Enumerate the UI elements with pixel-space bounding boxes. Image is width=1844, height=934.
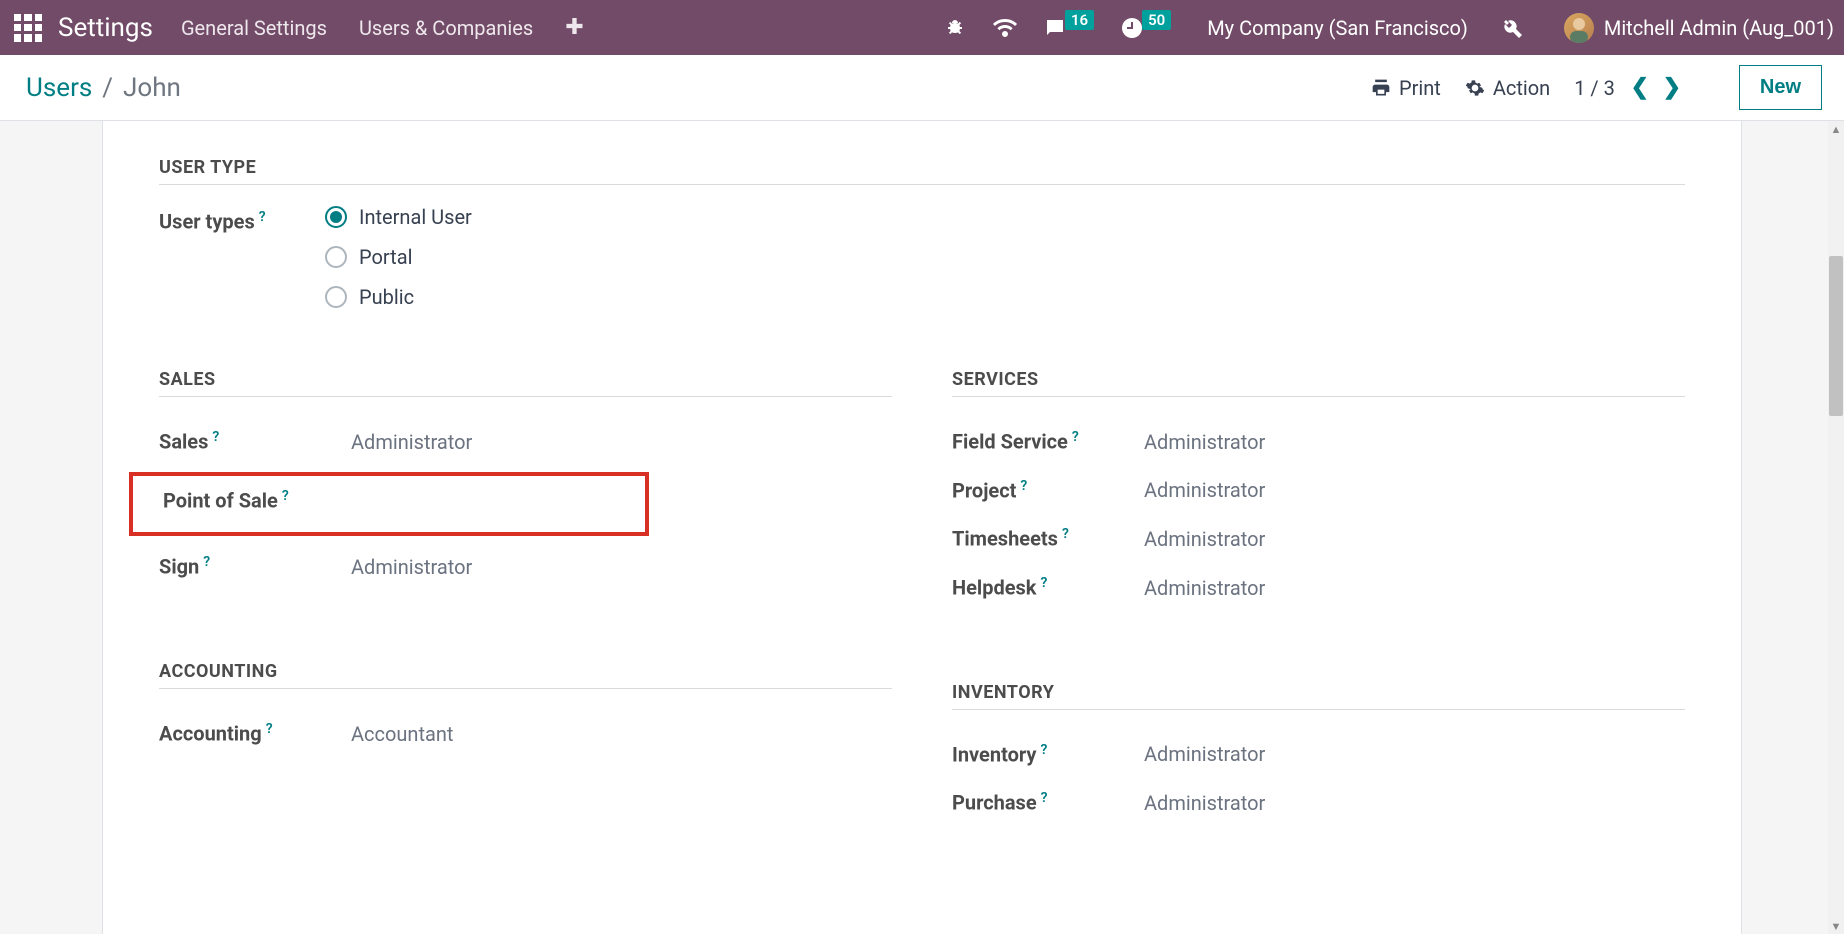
scrollbar[interactable]: ▲ ▼ [1828, 121, 1844, 934]
pager-prev-icon[interactable]: ❮ [1627, 75, 1653, 100]
scroll-thumb[interactable] [1829, 256, 1843, 416]
sales-value[interactable]: Administrator [345, 430, 472, 454]
help-icon[interactable]: ? [203, 554, 210, 570]
radio-label: Public [359, 285, 414, 309]
pager-text[interactable]: 1 / 3 [1574, 76, 1615, 100]
bug-icon[interactable] [943, 16, 967, 40]
activities-badge: 50 [1142, 10, 1171, 30]
company-selector[interactable]: My Company (San Francisco) [1207, 16, 1468, 40]
chat-icon [1043, 16, 1067, 40]
radio-circle-icon [325, 286, 347, 308]
control-panel: Users / John Print Action 1 / 3 ❮ ❯ New [0, 55, 1844, 121]
content-area: USER TYPE User types? Internal User Port… [0, 121, 1844, 934]
support-icon[interactable] [993, 16, 1017, 40]
action-button[interactable]: Action [1465, 76, 1550, 100]
section-accounting-heading: ACCOUNTING [159, 661, 892, 689]
breadcrumb: Users / John [26, 73, 181, 103]
breadcrumb-users[interactable]: Users [26, 73, 92, 103]
timesheets-label: Timesheets? [952, 526, 1138, 551]
sales-label: Sales? [159, 429, 345, 454]
help-icon[interactable]: ? [1041, 790, 1048, 806]
user-menu[interactable]: Mitchell Admin (Aug_001) [1564, 13, 1834, 43]
radio-circle-icon [325, 246, 347, 268]
timesheets-value[interactable]: Administrator [1138, 527, 1265, 551]
help-icon[interactable]: ? [1040, 575, 1047, 591]
help-icon[interactable]: ? [1020, 478, 1027, 494]
help-icon[interactable]: ? [282, 488, 289, 504]
field-service-label: Field Service? [952, 429, 1138, 454]
action-label: Action [1493, 76, 1550, 100]
plus-icon[interactable]: ✚ [565, 15, 583, 40]
breadcrumb-separator: / [102, 73, 113, 103]
radio-label: Internal User [359, 205, 472, 229]
radio-portal[interactable]: Portal [325, 245, 472, 269]
header-icons: 16 50 My Company (San Francisco) Mitchel… [943, 13, 1834, 43]
apps-icon[interactable] [14, 14, 42, 42]
nav-general-settings[interactable]: General Settings [181, 16, 327, 40]
help-icon[interactable]: ? [1072, 429, 1079, 445]
clock-icon [1120, 16, 1144, 40]
help-icon[interactable]: ? [259, 209, 266, 225]
helpdesk-label: Helpdesk? [952, 575, 1138, 600]
app-title: Settings [58, 13, 153, 43]
accounting-value[interactable]: Accountant [345, 722, 453, 746]
print-button[interactable]: Print [1371, 76, 1441, 100]
radio-public[interactable]: Public [325, 285, 472, 309]
form-sheet: USER TYPE User types? Internal User Port… [102, 121, 1742, 934]
sign-label: Sign? [159, 554, 345, 579]
project-label: Project? [952, 478, 1138, 503]
nav-users-companies[interactable]: Users & Companies [359, 16, 533, 40]
help-icon[interactable]: ? [266, 721, 273, 737]
inventory-value[interactable]: Administrator [1138, 742, 1265, 766]
help-icon[interactable]: ? [1062, 526, 1069, 542]
pager: 1 / 3 ❮ ❯ [1574, 75, 1685, 100]
user-types-radio-group: Internal User Portal Public [325, 205, 472, 309]
section-sales-heading: SALES [159, 369, 892, 397]
breadcrumb-current: John [123, 73, 181, 103]
radio-label: Portal [359, 245, 412, 269]
radio-circle-icon [325, 206, 347, 228]
section-user-type-heading: USER TYPE [159, 157, 1685, 185]
highlight-box: Point of Sale? [129, 472, 649, 537]
new-button[interactable]: New [1739, 65, 1822, 110]
scroll-up-icon[interactable]: ▲ [1828, 121, 1844, 137]
messages-badge: 16 [1065, 10, 1094, 30]
sign-value[interactable]: Administrator [345, 555, 472, 579]
help-icon[interactable]: ? [1040, 742, 1047, 758]
purchase-value[interactable]: Administrator [1138, 791, 1265, 815]
print-icon [1371, 78, 1391, 98]
top-bar: Settings General Settings Users & Compan… [0, 0, 1844, 55]
purchase-label: Purchase? [952, 790, 1138, 815]
gear-icon [1465, 78, 1485, 98]
user-types-label: User types? [159, 205, 325, 234]
activities-button[interactable]: 50 [1120, 16, 1171, 40]
helpdesk-value[interactable]: Administrator [1138, 576, 1265, 600]
section-inventory-heading: INVENTORY [952, 682, 1685, 710]
pager-next-icon[interactable]: ❯ [1659, 75, 1685, 100]
inventory-label: Inventory? [952, 742, 1138, 767]
help-icon[interactable]: ? [212, 429, 219, 445]
tools-icon[interactable] [1500, 16, 1524, 40]
user-name: Mitchell Admin (Aug_001) [1604, 16, 1834, 40]
print-label: Print [1399, 76, 1441, 100]
radio-internal-user[interactable]: Internal User [325, 205, 472, 229]
field-service-value[interactable]: Administrator [1138, 430, 1265, 454]
project-value[interactable]: Administrator [1138, 478, 1265, 502]
avatar [1564, 13, 1594, 43]
point-of-sale-label: Point of Sale? [163, 488, 349, 513]
scroll-down-icon[interactable]: ▼ [1828, 918, 1844, 934]
section-services-heading: SERVICES [952, 369, 1685, 397]
accounting-label: Accounting? [159, 721, 345, 746]
messages-button[interactable]: 16 [1043, 16, 1094, 40]
